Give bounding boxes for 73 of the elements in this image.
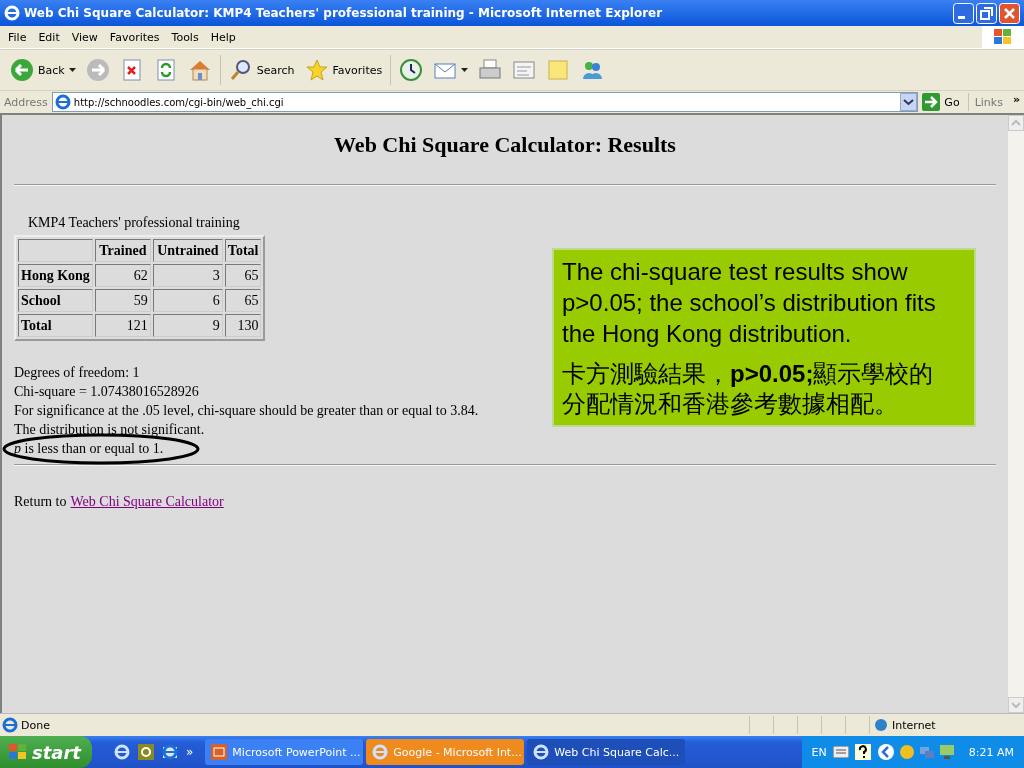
dropdown-icon[interactable] xyxy=(900,93,918,111)
url-text: http://schnoodles.com/cgi-bin/web_chi.cgi xyxy=(73,96,285,108)
result-text: The distribution is not significant. xyxy=(14,421,205,439)
taskbar-button[interactable]: Microsoft PowerPoint ... xyxy=(205,739,364,765)
table-caption: KMP4 Teachers' professional training xyxy=(28,215,241,231)
restore-icon[interactable] xyxy=(976,2,997,24)
row-header: School xyxy=(18,289,93,312)
caret-icon[interactable] xyxy=(68,68,76,72)
row-header: Hong Kong xyxy=(18,264,93,287)
table-cell: 59 xyxy=(94,289,151,312)
menu-item[interactable]: Favorites xyxy=(103,30,166,44)
page-icon xyxy=(54,94,71,110)
zone-text: Internet xyxy=(892,718,936,732)
language-indicator[interactable]: EN xyxy=(811,745,827,759)
presentation-icon xyxy=(211,744,228,760)
browser-icon xyxy=(4,5,20,21)
return-text: Return to xyxy=(14,494,67,509)
go-arrow-icon xyxy=(922,93,941,111)
column-header: Untrained xyxy=(152,239,223,262)
taskbar-button[interactable]: Web Chi Square Calc... xyxy=(527,739,686,765)
browser-icon[interactable] xyxy=(114,744,130,760)
monitor-icon[interactable] xyxy=(938,744,955,760)
go-button[interactable]: Go xyxy=(922,93,969,111)
page-icon xyxy=(2,717,18,733)
column-header: Trained xyxy=(94,239,151,262)
browser-icon xyxy=(372,744,389,760)
address-field[interactable]: http://schnoodles.com/cgi-bin/web_chi.cgi xyxy=(51,92,919,112)
page-heading: Web Chi Square Calculator: Results xyxy=(333,132,677,159)
menu-item[interactable]: File xyxy=(0,30,33,44)
table-cell: 3 xyxy=(152,264,223,287)
close-icon[interactable] xyxy=(999,2,1020,24)
table-cell: 130 xyxy=(224,314,262,337)
address-label: Address xyxy=(4,95,48,109)
minimize-icon[interactable] xyxy=(953,2,974,24)
menu-item[interactable]: View xyxy=(65,30,104,44)
clock: 8:21 AM xyxy=(968,745,1014,759)
callout-text: 卡方測驗結果，p>0.05;顯示學校的分配情況和香港參考數據相配。 xyxy=(562,359,935,419)
menu-item[interactable]: Edit xyxy=(32,30,66,44)
table-cell: 9 xyxy=(152,314,223,337)
favorites-button[interactable]: Favorites xyxy=(302,56,385,84)
table-cell: 65 xyxy=(224,289,262,312)
app-icon[interactable] xyxy=(138,744,154,760)
chevron-button[interactable]: » xyxy=(186,745,194,759)
printer-icon[interactable] xyxy=(478,58,503,82)
table-cell: 121 xyxy=(94,314,151,337)
history-clock-icon[interactable] xyxy=(399,58,424,82)
row-header: Total xyxy=(18,314,93,337)
column-header: Total xyxy=(224,239,262,262)
search-icon xyxy=(228,58,253,82)
keyboard-icon[interactable] xyxy=(832,746,849,758)
calculator-link[interactable]: Web Chi Square Calculator xyxy=(70,494,224,509)
more-chevron[interactable]: » xyxy=(1006,92,1024,112)
result-text: For significance at the .05 level, chi-square should be greater than or equal to 3.84. xyxy=(14,402,479,420)
status-text: Done xyxy=(21,718,50,732)
search-button[interactable]: Search xyxy=(226,56,297,84)
caret-icon[interactable] xyxy=(461,68,469,72)
browser-icon xyxy=(533,744,550,760)
star-icon xyxy=(304,58,329,82)
back-button[interactable]: Back xyxy=(8,56,78,84)
callout-text: The chi-square test results show p>0.05; the school’s distribution fits the Hong Kong distribution. xyxy=(562,257,937,349)
help-icon[interactable] xyxy=(854,744,871,760)
table-cell: 65 xyxy=(224,264,262,287)
result-text: Degrees of freedom: 1 xyxy=(14,364,140,382)
globe-icon xyxy=(874,718,888,732)
table-cell: 6 xyxy=(152,289,223,312)
table-cell: 62 xyxy=(94,264,151,287)
links-button[interactable]: Links xyxy=(972,95,1003,109)
windows-logo-icon xyxy=(8,743,28,761)
menu-item[interactable]: Tools xyxy=(165,30,205,44)
window-title: Web Chi Square Calculator: KMP4 Teachers' professional training - Microsoft Internet Explorer xyxy=(24,6,664,20)
windows-logo-icon xyxy=(992,27,1014,47)
result-text: Chi-square = 1.07438016528926 xyxy=(14,383,199,401)
menu-item[interactable]: Help xyxy=(204,30,242,44)
